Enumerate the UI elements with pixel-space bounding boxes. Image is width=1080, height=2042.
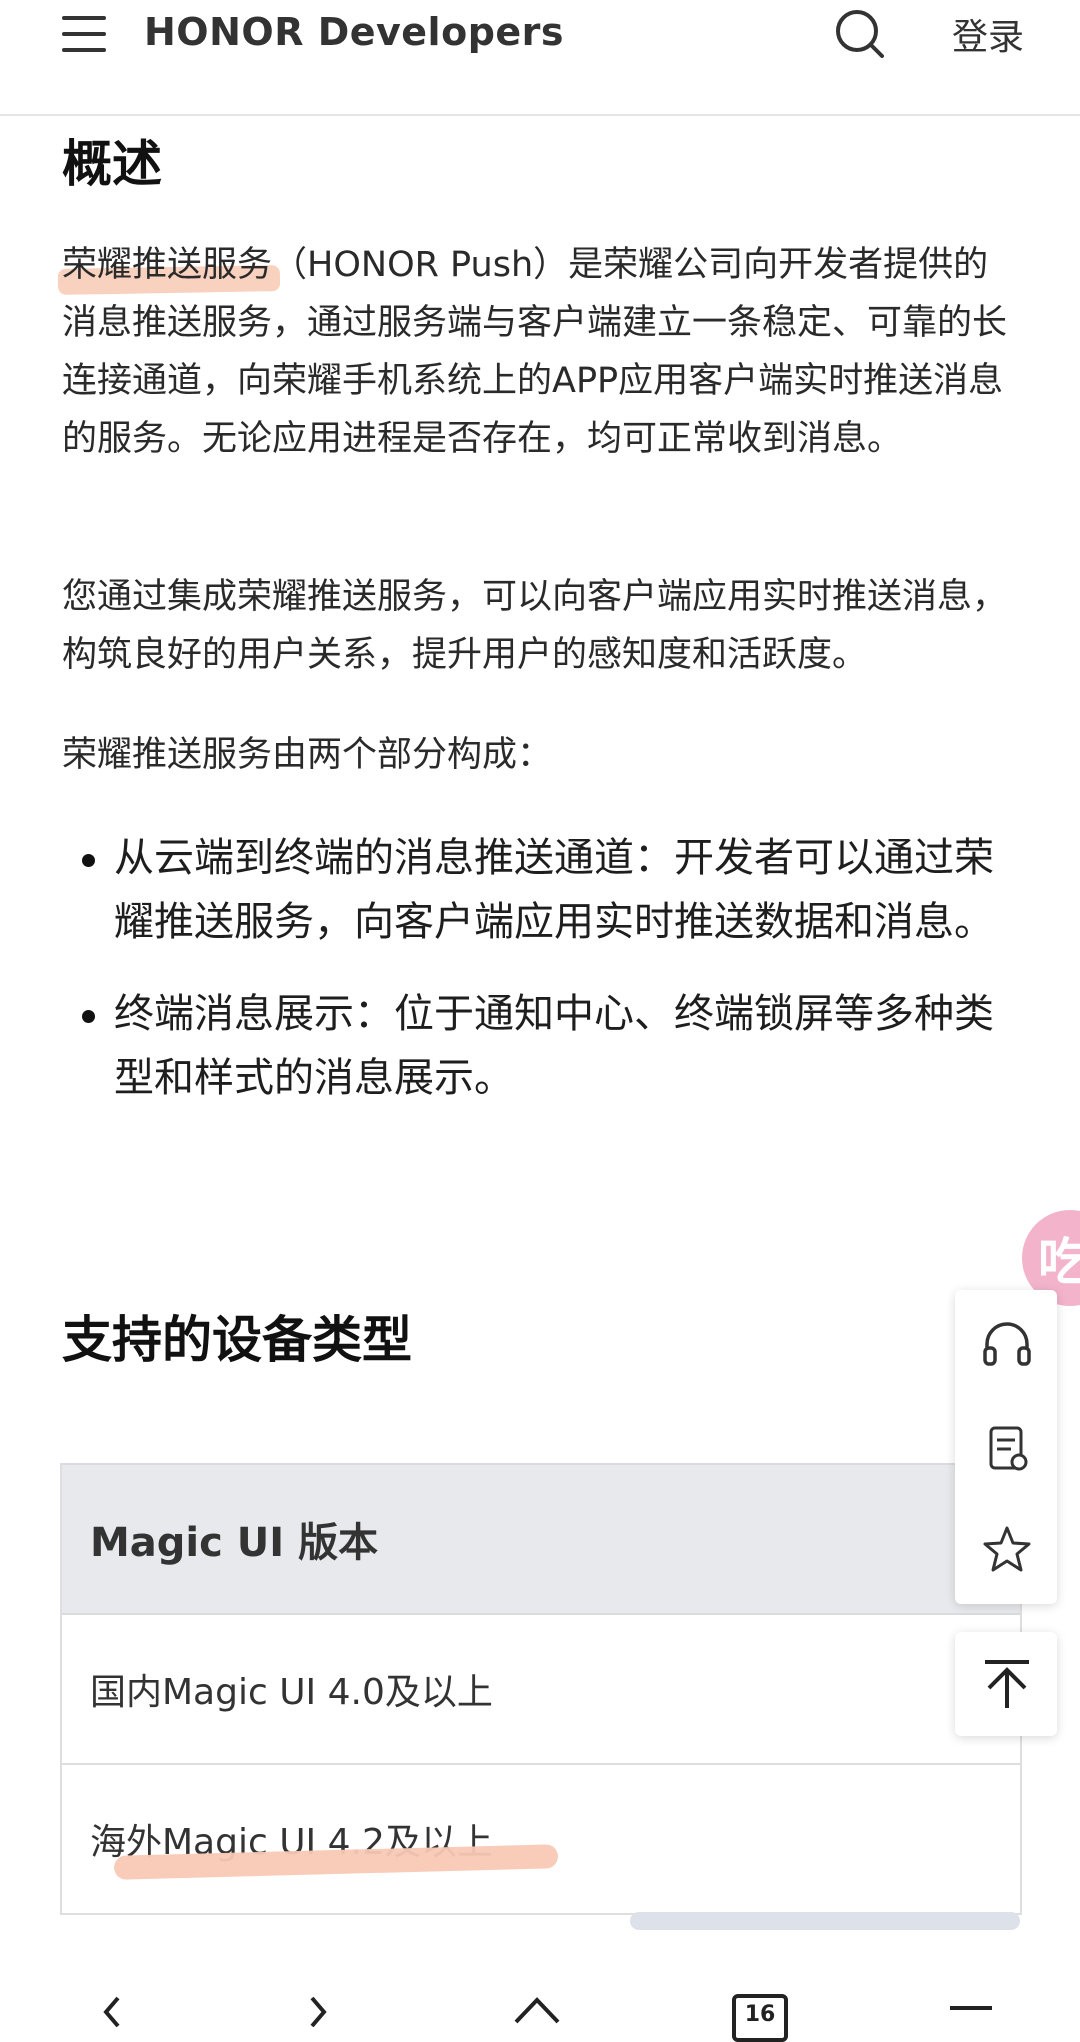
top-bar: HONOR Developers 登录 — [0, 0, 1080, 116]
menu-icon[interactable] — [62, 14, 106, 54]
back-icon[interactable] — [90, 1994, 130, 2027]
feedback-icon[interactable] — [979, 1420, 1035, 1476]
devices-heading: 支持的设备类型 — [62, 1311, 412, 1369]
component-list: 从云端到终端的消息推送通道：开发者可以通过荣耀推送服务，向客户端应用实时推送数据… — [62, 826, 1022, 1138]
overview-heading: 概述 — [62, 135, 162, 193]
search-icon[interactable] — [832, 6, 888, 62]
overview-paragraph-3: 荣耀推送服务由两个部分构成： — [62, 735, 553, 775]
arrow-up-icon — [985, 1660, 1029, 1708]
overview-paragraph-2: 您通过集成荣耀推送服务，可以向客户端应用实时推送消息，构筑良好的用户关系，提升用… — [62, 577, 1008, 675]
floating-toolbar — [955, 1290, 1057, 1604]
back-to-top-button[interactable] — [955, 1632, 1057, 1736]
highlighted-term: 荣耀推送服务 — [62, 245, 273, 285]
table-header: Magic UI 版本 — [62, 1463, 1020, 1615]
home-icon[interactable] — [512, 1994, 562, 2027]
brand-title[interactable]: HONOR Developers — [144, 10, 564, 54]
headset-icon[interactable] — [979, 1316, 1035, 1372]
tabs-count-button[interactable]: 16 — [732, 1994, 788, 2042]
login-link[interactable]: 登录 — [952, 8, 1024, 60]
menu-more-icon[interactable] — [948, 1994, 994, 2027]
list-item: 终端消息展示：位于通知中心、终端锁屏等多种类型和样式的消息展示。 — [62, 982, 1022, 1110]
bubble-text: 吃 — [1038, 1233, 1080, 1291]
table-row: 国内Magic UI 4.0及以上 — [62, 1615, 1020, 1765]
forward-icon[interactable] — [300, 1994, 340, 2027]
list-item: 从云端到终端的消息推送通道：开发者可以通过荣耀推送服务，向客户端应用实时推送数据… — [62, 826, 1022, 954]
horizontal-scrollbar[interactable] — [630, 1912, 1020, 1930]
star-icon[interactable] — [979, 1522, 1035, 1578]
browser-bottom-nav: 16 — [0, 1990, 1080, 2042]
table-row: 海外Magic UI 4.2及以上 — [62, 1765, 1020, 1915]
overview-paragraph-1: 荣耀推送服务（HONOR Push）是荣耀公司向开发者提供的消息推送服务，通过服… — [62, 236, 1022, 468]
